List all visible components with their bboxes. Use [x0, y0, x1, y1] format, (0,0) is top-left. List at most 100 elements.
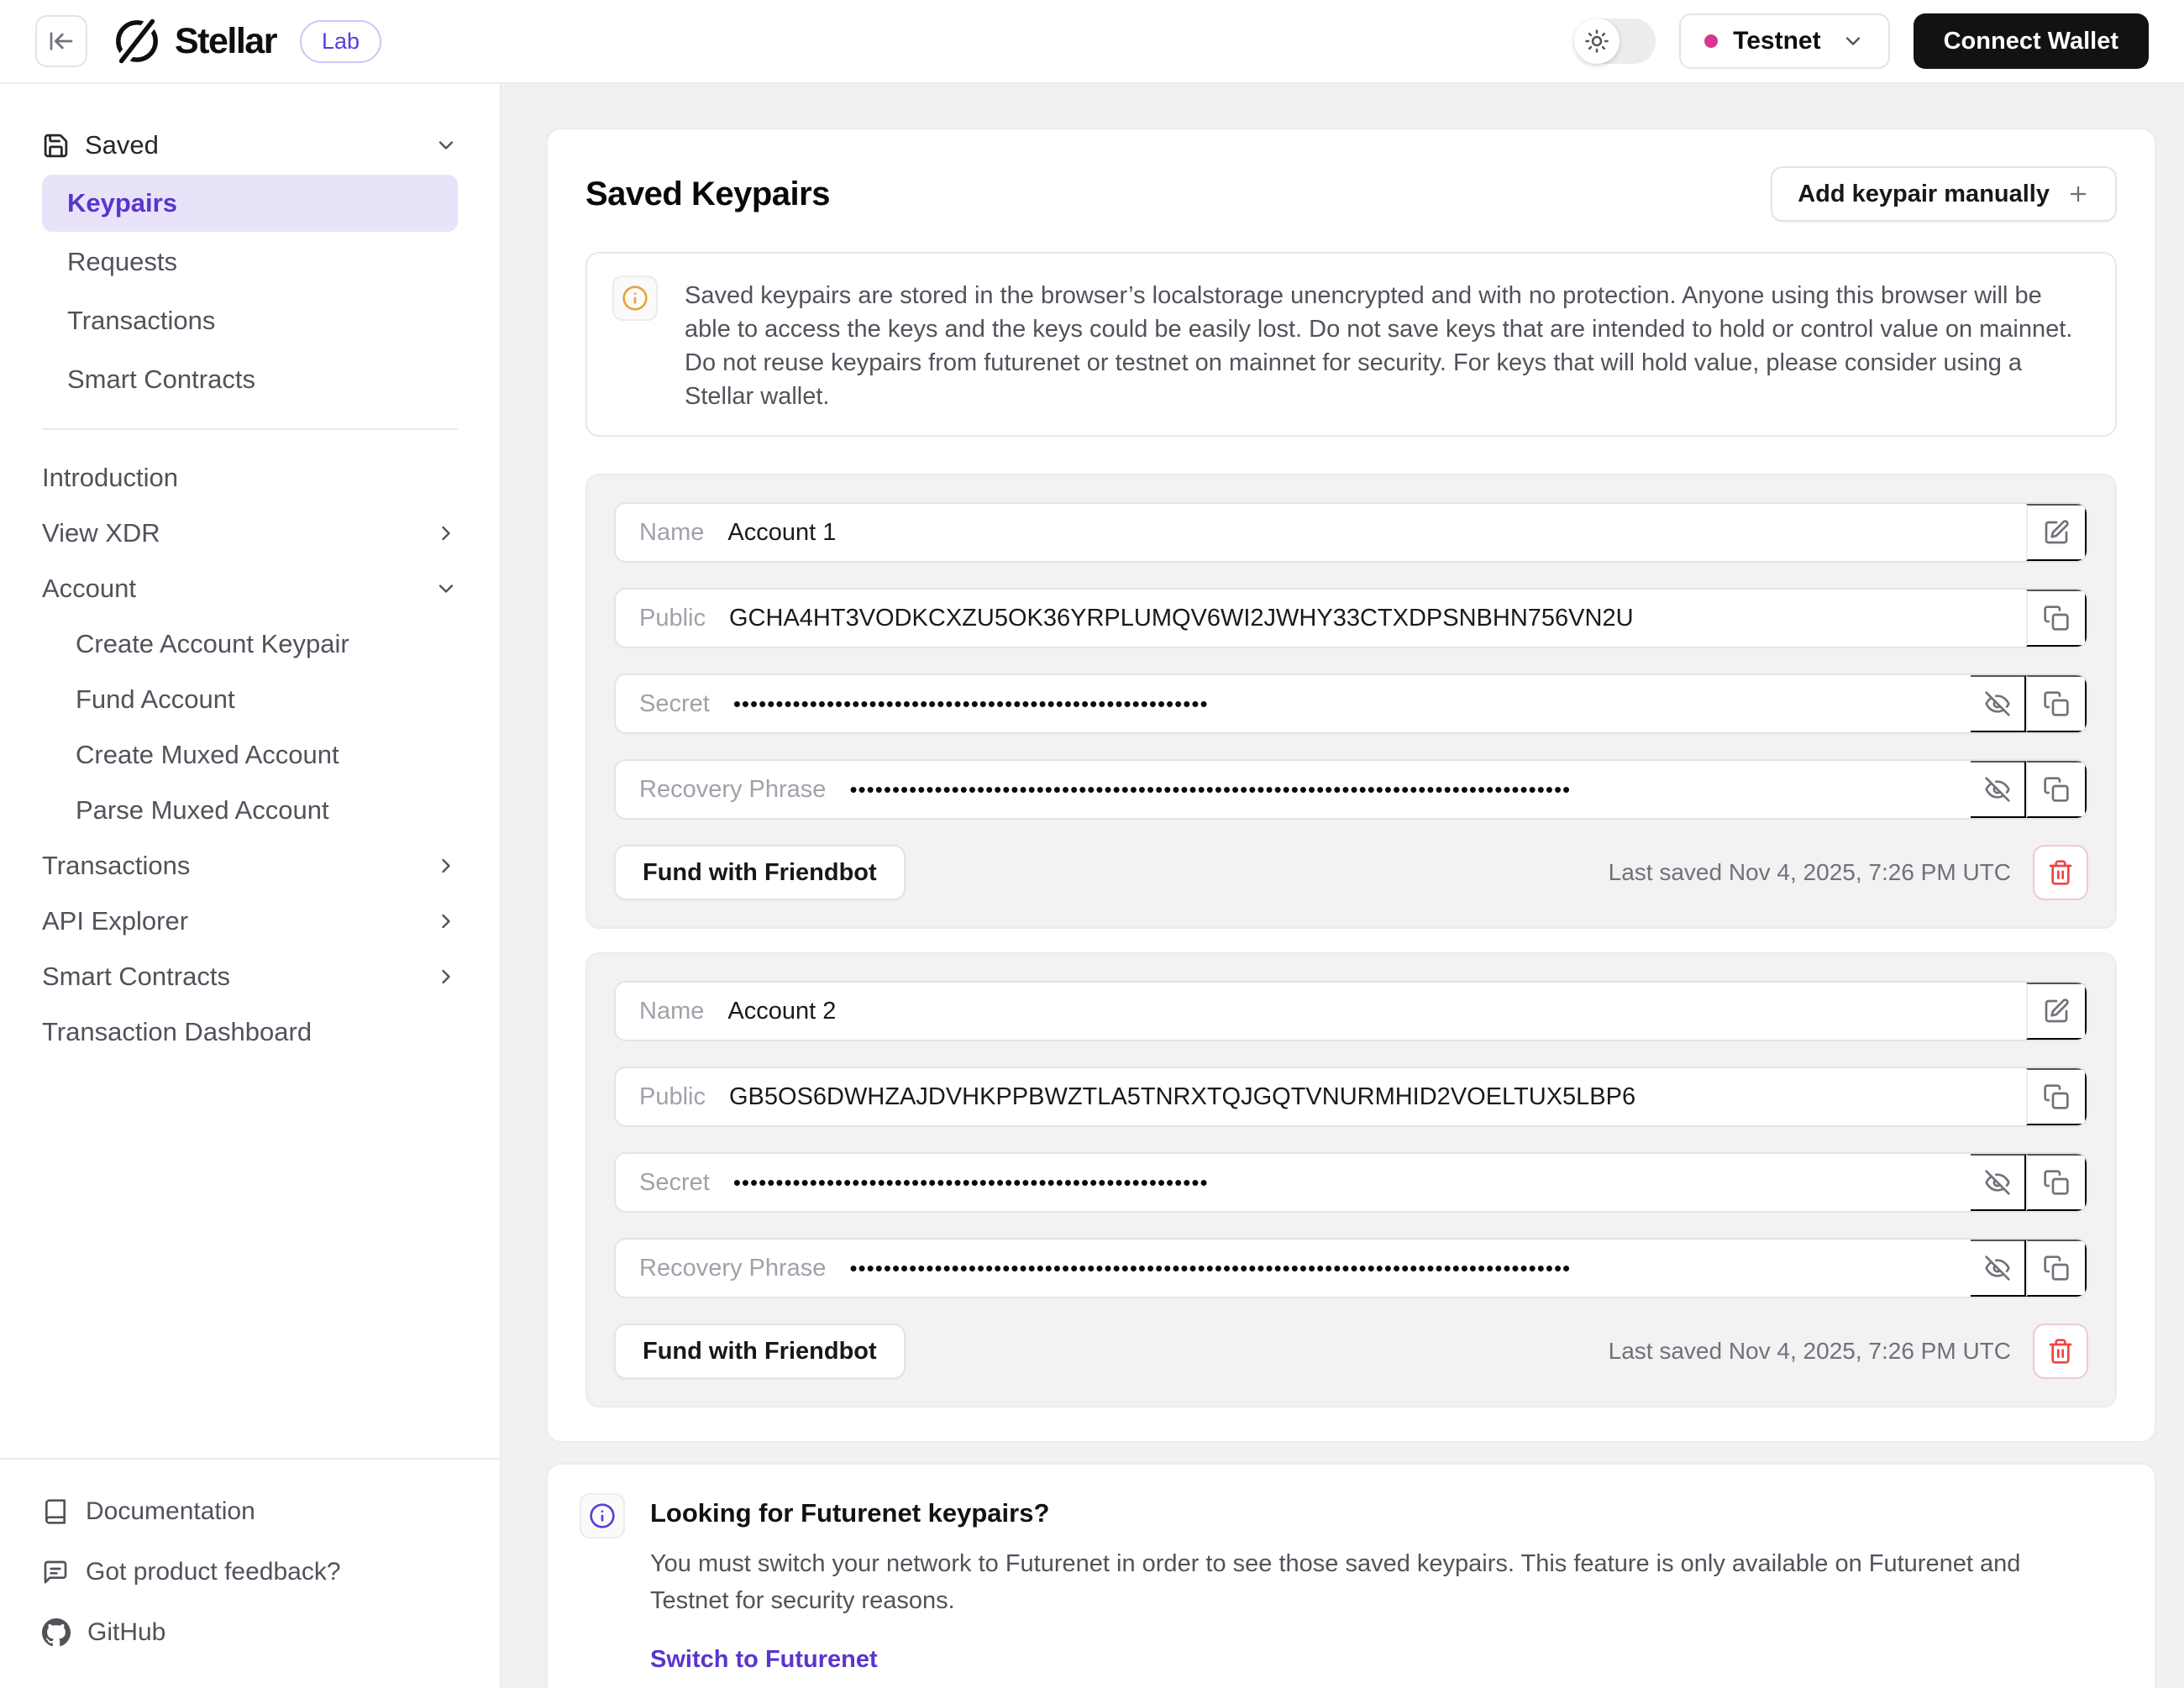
sidebar-item-saved-smart-contracts[interactable]: Smart Contracts	[42, 351, 458, 408]
futurenet-info-box: Looking for Futurenet keypairs? You must…	[546, 1463, 2156, 1688]
trash-icon	[2047, 1338, 2074, 1365]
copy-secret-key-button[interactable]	[2026, 675, 2087, 732]
sidebar-item-label: GitHub	[87, 1618, 165, 1647]
sidebar-item-saved[interactable]: Saved	[42, 118, 458, 173]
public-label: Public	[639, 605, 706, 632]
delete-keypair-button[interactable]	[2033, 845, 2088, 900]
sidebar-item-api-explorer[interactable]: API Explorer	[42, 894, 458, 949]
connect-wallet-button[interactable]: Connect Wallet	[1914, 13, 2149, 69]
edit-name-button[interactable]	[2026, 504, 2087, 561]
toggle-secret-visibility-button[interactable]	[1971, 675, 2026, 732]
copy-secret-key-button[interactable]	[2026, 1154, 2087, 1211]
sidebar-item-create-muxed-account[interactable]: Create Muxed Account	[42, 727, 458, 783]
recovery-phrase-field: Recovery Phrase ••••••••••••••••••••••••…	[616, 1240, 1971, 1297]
github-icon	[42, 1618, 71, 1647]
secret-key-masked-value: ••••••••••••••••••••••••••••••••••••••••…	[733, 691, 1209, 717]
sidebar-item-documentation[interactable]: Documentation	[42, 1481, 458, 1542]
network-status-dot	[1704, 34, 1718, 48]
delete-keypair-button[interactable]	[2033, 1324, 2088, 1379]
sidebar-item-label: Smart Contracts	[42, 962, 230, 992]
secret-key-row: Secret •••••••••••••••••••••••••••••••••…	[614, 674, 2088, 734]
sidebar-item-view-xdr[interactable]: View XDR	[42, 506, 458, 561]
add-keypair-button[interactable]: Add keypair manually	[1771, 166, 2117, 222]
edit-name-button[interactable]	[2026, 983, 2087, 1040]
public-key-row: Public GCHA4HT3VODKCXZU5OK36YRPLUMQV6WI2…	[614, 588, 2088, 648]
sidebar-item-smart-contracts[interactable]: Smart Contracts	[42, 949, 458, 1004]
copy-icon	[2043, 776, 2070, 803]
lab-badge: Lab	[300, 20, 381, 63]
name-label: Name	[639, 519, 704, 547]
name-field[interactable]: Name Account 1	[616, 504, 2026, 561]
chevron-down-icon	[1841, 29, 1865, 53]
header-left: Stellar Lab	[35, 15, 381, 67]
futurenet-title: Looking for Futurenet keypairs?	[650, 1493, 2045, 1528]
sidebar-item-github[interactable]: GitHub	[42, 1602, 458, 1663]
fund-with-friendbot-button[interactable]: Fund with Friendbot	[614, 845, 906, 900]
chevron-right-icon	[434, 522, 458, 545]
secret-label: Secret	[639, 690, 710, 718]
page-title: Saved Keypairs	[585, 176, 830, 213]
chevron-down-icon	[434, 577, 458, 600]
name-value: Account 2	[727, 998, 836, 1025]
secret-label: Secret	[639, 1169, 710, 1197]
sidebar-nav: Saved Keypairs Requests Transactions Sma…	[0, 84, 500, 1060]
stellar-logo[interactable]: Stellar Lab	[113, 17, 381, 66]
edit-icon	[2043, 998, 2070, 1025]
sidebar-item-fund-account[interactable]: Fund Account	[42, 672, 458, 727]
switch-to-futurenet-link[interactable]: Switch to Futurenet	[650, 1646, 878, 1674]
sidebar-item-label: Fund Account	[76, 684, 235, 715]
sidebar-item-create-account-keypair[interactable]: Create Account Keypair	[42, 616, 458, 672]
save-icon	[42, 132, 70, 160]
public-label: Public	[639, 1083, 706, 1111]
name-label: Name	[639, 998, 704, 1025]
toggle-recovery-visibility-button[interactable]	[1971, 761, 2026, 818]
saved-keypairs-panel: Saved Keypairs Add keypair manually Save…	[546, 128, 2156, 1443]
sidebar-item-requests[interactable]: Requests	[42, 233, 458, 291]
copy-public-key-button[interactable]	[2026, 590, 2087, 647]
recovery-phrase-masked-value: ••••••••••••••••••••••••••••••••••••••••…	[849, 777, 1571, 803]
warning-icon-tile	[612, 275, 658, 321]
plus-icon	[2066, 182, 2090, 206]
sidebar-item-saved-transactions[interactable]: Transactions	[42, 292, 458, 349]
copy-icon	[2043, 1255, 2070, 1282]
sidebar-item-keypairs[interactable]: Keypairs	[42, 175, 458, 232]
main-content: Saved Keypairs Add keypair manually Save…	[501, 84, 2184, 1688]
sidebar-item-label: Transactions	[42, 851, 190, 881]
sidebar-item-label: Transaction Dashboard	[42, 1017, 312, 1047]
name-row: Name Account 1	[614, 502, 2088, 563]
theme-toggle[interactable]	[1574, 18, 1656, 64]
feedback-bubble-icon	[42, 1559, 69, 1586]
copy-public-key-button[interactable]	[2026, 1068, 2087, 1125]
sidebar-item-feedback[interactable]: Got product feedback?	[42, 1542, 458, 1602]
sidebar-item-transaction-dashboard[interactable]: Transaction Dashboard	[42, 1004, 458, 1060]
name-field[interactable]: Name Account 2	[616, 983, 2026, 1040]
eye-off-icon	[1984, 690, 2011, 717]
last-saved-timestamp: Last saved Nov 4, 2025, 7:26 PM UTC	[1609, 859, 2011, 886]
book-icon	[42, 1498, 69, 1525]
collapse-sidebar-icon	[48, 28, 75, 55]
copy-icon	[2043, 1083, 2070, 1110]
sidebar-item-transactions[interactable]: Transactions	[42, 838, 458, 894]
public-key-field: Public GB5OS6DWHZAJDVHKPPBWZTLA5TNRXTQJG…	[616, 1068, 2026, 1125]
futurenet-body: You must switch your network to Futurene…	[650, 1545, 2045, 1619]
toggle-recovery-visibility-button[interactable]	[1971, 1240, 2026, 1297]
copy-recovery-phrase-button[interactable]	[2026, 761, 2087, 818]
sidebar-item-introduction[interactable]: Introduction	[42, 450, 458, 506]
sidebar-item-label: Parse Muxed Account	[76, 795, 329, 826]
info-icon	[622, 285, 648, 312]
collapse-sidebar-button[interactable]	[35, 15, 87, 67]
chevron-right-icon	[434, 910, 458, 933]
sidebar-item-label: Saved	[85, 130, 159, 160]
keypair-card-footer: Fund with Friendbot Last saved Nov 4, 20…	[614, 845, 2088, 900]
keypair-card: Name Account 1 Public GCHA4HT3VODKCXZU5O…	[585, 474, 2117, 929]
network-select[interactable]: Testnet	[1679, 13, 1889, 69]
sidebar-item-account[interactable]: Account	[42, 561, 458, 616]
sidebar-item-parse-muxed-account[interactable]: Parse Muxed Account	[42, 783, 458, 838]
copy-recovery-phrase-button[interactable]	[2026, 1240, 2087, 1297]
public-key-value: GB5OS6DWHZAJDVHKPPBWZTLA5TNRXTQJGQTVNURM…	[729, 1083, 1635, 1111]
fund-with-friendbot-button[interactable]: Fund with Friendbot	[614, 1324, 906, 1379]
toggle-secret-visibility-button[interactable]	[1971, 1154, 2026, 1211]
secret-key-row: Secret •••••••••••••••••••••••••••••••••…	[614, 1152, 2088, 1213]
public-key-field: Public GCHA4HT3VODKCXZU5OK36YRPLUMQV6WI2…	[616, 590, 2026, 647]
eye-off-icon	[1984, 1169, 2011, 1196]
